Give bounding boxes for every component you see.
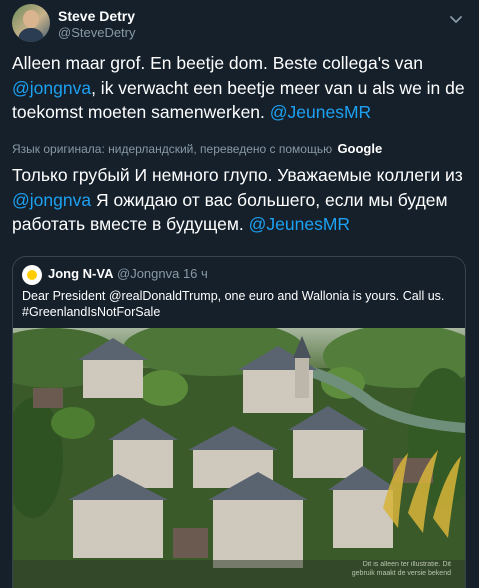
avatar-body xyxy=(18,28,44,42)
chevron-down-icon[interactable] xyxy=(447,10,465,28)
translation-note-text: Язык оригинала: нидерландский, переведен… xyxy=(12,142,333,156)
mention-link[interactable]: @jongnva xyxy=(12,78,91,98)
translated-part1: Только грубый И немного глупо. Уважаемые… xyxy=(12,165,463,185)
mention-link[interactable]: @jongnva xyxy=(12,190,91,210)
tweet-header: Steve Detry @SteveDetry xyxy=(12,4,467,44)
avatar-face xyxy=(23,10,39,28)
tweet-text: Alleen maar grof. En beetje dom. Beste c… xyxy=(12,51,467,125)
quoted-author-name: Jong N-VA xyxy=(48,266,114,281)
translation-provider[interactable]: Google xyxy=(337,141,382,156)
watermark-line1: Dit is alleen ter illustratie. Dit xyxy=(362,561,451,568)
quoted-photo[interactable]: Dit is alleen ter illustratie. Dit ge­br… xyxy=(13,328,465,588)
tweet-text-part1: Alleen maar grof. En beetje dom. Beste c… xyxy=(12,53,428,73)
watermark-line2: ge­bruik maakt de versie bekend xyxy=(351,570,451,577)
town-aerial-image xyxy=(13,328,465,588)
quoted-tweet[interactable]: Jong N-VA @Jongnva · 16 ч Dear President… xyxy=(12,256,466,588)
quoted-timestamp: · 16 ч xyxy=(175,266,208,281)
avatar[interactable] xyxy=(12,4,50,42)
quoted-author-handle: @Jongnva xyxy=(117,266,180,281)
author-name[interactable]: Steve Detry xyxy=(58,8,135,24)
mention-link[interactable]: @JeunesMR xyxy=(270,102,371,122)
image-watermark: Dit is alleen ter illustratie. Dit ge­br… xyxy=(352,560,451,578)
quoted-avatar xyxy=(22,265,42,285)
translated-text: Только грубый И немного глупо. Уважаемые… xyxy=(12,163,467,237)
translation-note: Язык оригинала: нидерландский, переведен… xyxy=(12,140,467,158)
quoted-avatar-logo xyxy=(27,270,37,280)
author-handle[interactable]: @SteveDetry xyxy=(58,25,136,40)
quoted-text: Dear President @realDonaldTrump, one eur… xyxy=(22,288,454,320)
quoted-hashtag: #GreenlandIsNotForSale xyxy=(22,305,161,319)
quoted-text-line1: Dear President @realDonaldTrump, one eur… xyxy=(22,289,445,303)
mention-link[interactable]: @JeunesMR xyxy=(249,214,350,234)
